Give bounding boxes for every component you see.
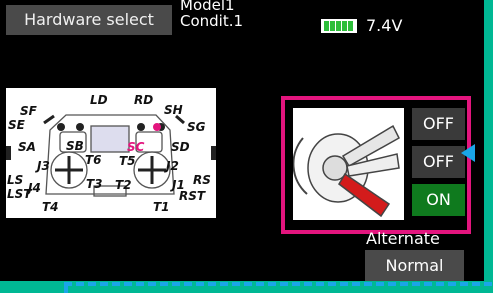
label-rd: RD	[134, 93, 153, 107]
label-ld: LD	[90, 93, 108, 107]
label-se: SE	[8, 118, 26, 132]
position-1-button[interactable]: OFF	[412, 108, 465, 140]
label-ls: LS	[7, 173, 23, 187]
label-sc: SC	[127, 140, 145, 154]
label-sf: SF	[20, 104, 38, 118]
label-sg: SG	[187, 120, 206, 134]
dashed-callout-line-vertical	[64, 282, 68, 293]
hardware-select-button[interactable]: Hardware select	[6, 5, 172, 35]
label-t1: T1	[153, 200, 170, 214]
position-2-button[interactable]: OFF	[412, 146, 465, 178]
label-t6: T6	[85, 153, 102, 167]
mode-button[interactable]: Normal	[365, 250, 464, 281]
label-t2: T2	[115, 178, 132, 192]
mode-label: Alternate	[366, 229, 440, 248]
battery-icon	[321, 19, 361, 33]
app-root: { "header": { "title_button": "Hardware …	[0, 0, 493, 293]
position-3-button[interactable]: ON	[412, 184, 465, 216]
label-sh: SH	[164, 103, 183, 117]
label-t4: T4	[42, 200, 59, 214]
label-lst: LST	[7, 187, 32, 201]
model-info: Model1 Condit.1	[180, 0, 243, 29]
label-sd: SD	[171, 140, 190, 154]
label-t5: T5	[119, 154, 136, 168]
label-rst: RST	[179, 189, 206, 203]
switch-lever-icon	[292, 108, 404, 220]
dashed-callout-line	[64, 282, 492, 286]
label-j3: J3	[35, 159, 50, 173]
label-sb: SB	[66, 139, 84, 153]
transmitter-screen: Hardware select Model1 Condit.1 7.4V SF …	[0, 0, 484, 281]
label-j2: J2	[164, 159, 179, 173]
transmitter-diagram: SF LD RD SH SE SG SA SB SC SD J3 T6 T5 J…	[6, 88, 216, 218]
label-rs: RS	[193, 173, 211, 187]
pointer-arrow-icon	[461, 144, 475, 162]
battery-voltage: 7.4V	[366, 16, 403, 35]
label-t3: T3	[86, 177, 103, 191]
transmitter-illustration: SF LD RD SH SE SG SA SB SC SD J3 T6 T5 J…	[6, 88, 216, 218]
label-sa: SA	[18, 140, 36, 154]
condition-name: Condit.1	[180, 12, 244, 30]
switch-position-panel: OFF OFF ON	[281, 96, 471, 234]
